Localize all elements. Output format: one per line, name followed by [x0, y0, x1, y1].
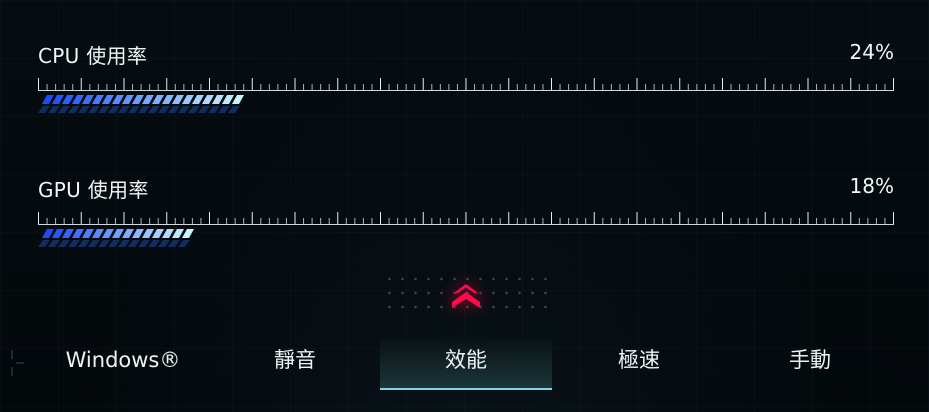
gpu-usage-bar-reflection-segment — [48, 240, 60, 247]
gpu-usage-bar-reflection-segment — [148, 240, 160, 247]
cpu-usage-bar-reflection-segment — [118, 106, 130, 113]
gpu-usage-bar-reflection-segment — [178, 240, 190, 247]
side-marker-icon — [11, 350, 24, 376]
gpu-usage-bar-segment — [142, 229, 154, 238]
gpu-usage-bar-reflection-segment — [98, 240, 110, 247]
gpu-usage-bar-segment — [152, 229, 164, 238]
gpu-usage-bar-reflection-segment — [78, 240, 90, 247]
cpu-usage-bar-reflection-segment — [138, 106, 150, 113]
cpu-usage-bar-segment — [182, 95, 194, 104]
cpu-usage-bar-reflection-segment — [78, 106, 90, 113]
gpu-usage-bar-segment — [42, 229, 54, 238]
cpu-usage-bar-segment — [72, 95, 84, 104]
cpu-usage-bar-segment — [212, 95, 224, 104]
cpu-usage-bar-segment — [192, 95, 204, 104]
cpu-usage-bar-segment — [102, 95, 114, 104]
gpu-usage-bar-reflection-segment — [158, 240, 170, 247]
cpu-usage-bar — [38, 94, 894, 114]
cpu-usage-bar-reflection-segment — [148, 106, 160, 113]
gpu-usage-label: GPU 使用率 — [38, 178, 149, 202]
cpu-usage-bar-reflection-segment — [158, 106, 170, 113]
cpu-usage-ruler — [38, 78, 894, 92]
cpu-usage-bar-segment — [52, 95, 64, 104]
gpu-usage-bar-reflection-segment — [68, 240, 80, 247]
cpu-usage-bar-reflection-segment — [98, 106, 110, 113]
cpu-usage-bar-segment — [202, 95, 214, 104]
gpu-usage-bar-segment — [52, 229, 64, 238]
cpu-usage-bar-segment — [142, 95, 154, 104]
gpu-usage-ruler — [38, 212, 894, 226]
mode-tab-performance[interactable]: 效能 — [380, 338, 552, 390]
gpu-usage-value: 18% — [849, 174, 894, 198]
gpu-usage-bar-reflection-segment — [88, 240, 100, 247]
cpu-usage-bar-reflection-segment — [108, 106, 120, 113]
gpu-usage-meter: GPU 使用率 18% — [38, 174, 894, 248]
cpu-usage-value: 24% — [849, 40, 894, 64]
cpu-usage-bar-reflection-segment — [58, 106, 70, 113]
cpu-usage-bar-reflection-segment — [88, 106, 100, 113]
cpu-usage-bar-segment — [162, 95, 174, 104]
cpu-usage-bar-reflection-segment — [128, 106, 140, 113]
gpu-usage-bar-reflection-segment — [128, 240, 140, 247]
cpu-usage-bar-segment — [232, 95, 244, 104]
gpu-usage-bar — [38, 228, 894, 248]
cpu-usage-bar-segment — [62, 95, 74, 104]
cpu-usage-bar-segment — [92, 95, 104, 104]
gpu-usage-bar-reflection-segment — [38, 240, 50, 247]
cpu-usage-bar-segment — [42, 95, 54, 104]
mode-tab-turbo[interactable]: 極速 — [554, 338, 724, 388]
gpu-usage-bar-segment — [122, 229, 134, 238]
gpu-usage-bar-segment — [172, 229, 184, 238]
cpu-usage-bar-reflection-segment — [208, 106, 220, 113]
gpu-usage-bar-segment — [102, 229, 114, 238]
gpu-usage-bar-segment — [182, 229, 194, 238]
cpu-usage-bar-reflection-segment — [218, 106, 230, 113]
cpu-usage-bar-reflection-segment — [168, 106, 180, 113]
cpu-usage-bar-segment — [132, 95, 144, 104]
cpu-usage-bar-reflection-segment — [38, 106, 50, 113]
mode-tab-silent[interactable]: 靜音 — [210, 338, 380, 388]
mode-tabs: Windows® 靜音 效能 極速 手動 — [38, 338, 898, 390]
cpu-usage-bar-segment — [152, 95, 164, 104]
gpu-usage-bar-segment — [162, 229, 174, 238]
gpu-usage-bar-segment — [132, 229, 144, 238]
gpu-usage-bar-segment — [82, 229, 94, 238]
cpu-usage-bar-segment — [122, 95, 134, 104]
cpu-usage-bar-reflection-segment — [68, 106, 80, 113]
gpu-usage-bar-segment — [62, 229, 74, 238]
double-chevron-up-icon — [452, 284, 480, 308]
cpu-usage-bar-reflection-segment — [188, 106, 200, 113]
cpu-usage-bar-reflection-segment — [228, 106, 240, 113]
gpu-usage-bar-reflection-segment — [138, 240, 150, 247]
mode-tab-manual[interactable]: 手動 — [724, 338, 896, 388]
gpu-usage-bar-reflection-segment — [108, 240, 120, 247]
gpu-usage-bar-reflection-segment — [118, 240, 130, 247]
mode-tab-windows[interactable]: Windows® — [38, 338, 208, 388]
mode-indicator — [380, 270, 550, 318]
gpu-usage-bar-segment — [112, 229, 124, 238]
gpu-usage-bar-reflection-segment — [168, 240, 180, 247]
cpu-usage-bar-segment — [222, 95, 234, 104]
cpu-usage-label: CPU 使用率 — [38, 44, 148, 68]
cpu-usage-bar-reflection-segment — [178, 106, 190, 113]
gpu-usage-bar-segment — [92, 229, 104, 238]
gpu-usage-bar-reflection-segment — [58, 240, 70, 247]
cpu-usage-bar-segment — [82, 95, 94, 104]
cpu-usage-bar-segment — [172, 95, 184, 104]
cpu-usage-bar-reflection-segment — [198, 106, 210, 113]
cpu-usage-meter: CPU 使用率 24% — [38, 40, 894, 114]
cpu-usage-bar-segment — [112, 95, 124, 104]
gpu-usage-bar-segment — [72, 229, 84, 238]
cpu-usage-bar-reflection-segment — [48, 106, 60, 113]
performance-panel: CPU 使用率 24% GPU 使用率 18% Windows® 靜音 效能 極… — [0, 0, 929, 412]
